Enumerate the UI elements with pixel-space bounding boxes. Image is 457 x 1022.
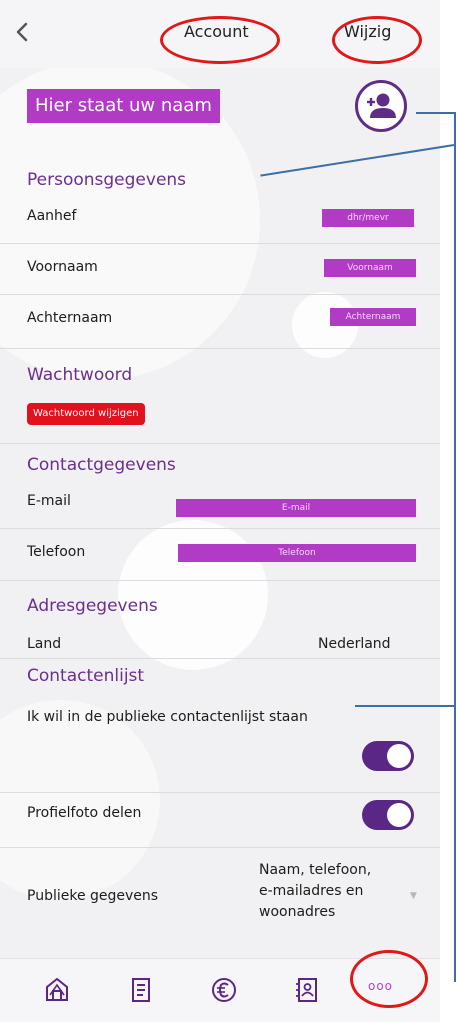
back-chevron-icon[interactable] — [12, 18, 32, 46]
euro-icon[interactable] — [209, 975, 239, 1005]
country-label: Land — [27, 636, 62, 652]
salutation-field[interactable]: dhr/mevr — [322, 209, 414, 227]
email-field[interactable]: E-mail — [176, 499, 416, 517]
annotation-line — [454, 112, 456, 982]
salutation-label: Aanhef — [27, 208, 77, 224]
divider — [0, 580, 440, 581]
divider — [0, 243, 440, 244]
divider — [0, 792, 440, 793]
share-photo-label: Profielfoto delen — [27, 805, 142, 821]
phone-field[interactable]: Telefoon — [178, 544, 416, 562]
background-circle — [0, 700, 160, 900]
chevron-down-icon[interactable]: ▼ — [410, 891, 417, 901]
public-data-select[interactable]: Naam, telefoon, e-mailadres en woonadres — [259, 860, 389, 923]
divider — [0, 443, 440, 444]
annotation-line — [416, 112, 456, 114]
first-name-label: Voornaam — [27, 259, 98, 275]
public-list-label: Ik wil in de publieke contactenlijst sta… — [27, 709, 308, 725]
country-value: Nederland — [318, 636, 391, 652]
add-profile-photo-button[interactable] — [355, 80, 407, 132]
public-data-label: Publieke gegevens — [27, 888, 159, 904]
first-name-field[interactable]: Voornaam — [324, 259, 416, 277]
section-title-persoonsgegevens: Persoonsgegevens — [27, 170, 187, 190]
divider — [0, 847, 440, 848]
name-field[interactable]: Hier staat uw naam — [27, 89, 220, 123]
phone-label: Telefoon — [27, 544, 86, 560]
document-icon[interactable] — [127, 975, 157, 1005]
toggle-knob — [387, 744, 411, 768]
email-label: E-mail — [27, 493, 71, 509]
public-list-toggle[interactable] — [362, 741, 414, 771]
divider — [0, 658, 440, 659]
section-title-contactgegevens: Contactgegevens — [27, 455, 176, 475]
section-title-adresgegevens: Adresgegevens — [27, 596, 158, 616]
account-screen: Account Wijzig Hier staat uw naam Persoo… — [0, 0, 440, 1022]
background-circle — [118, 520, 268, 670]
share-photo-toggle[interactable] — [362, 800, 414, 830]
add-user-icon — [367, 93, 396, 118]
last-name-field[interactable]: Achternaam — [330, 308, 416, 326]
toggle-knob — [387, 803, 411, 827]
section-title-wachtwoord: Wachtwoord — [27, 365, 133, 385]
change-password-button[interactable]: Wachtwoord wijzigen — [27, 403, 145, 425]
section-title-contactenlijst: Contactenlijst — [27, 666, 145, 686]
annotation-circle — [332, 16, 422, 64]
annotation-line — [355, 705, 455, 707]
home-icon[interactable] — [42, 975, 72, 1005]
annotation-circle — [160, 16, 280, 64]
contacts-icon[interactable] — [292, 975, 322, 1005]
annotation-circle — [350, 950, 428, 1008]
last-name-label: Achternaam — [27, 310, 113, 326]
divider — [0, 348, 440, 349]
divider — [0, 294, 440, 295]
divider — [0, 528, 440, 529]
